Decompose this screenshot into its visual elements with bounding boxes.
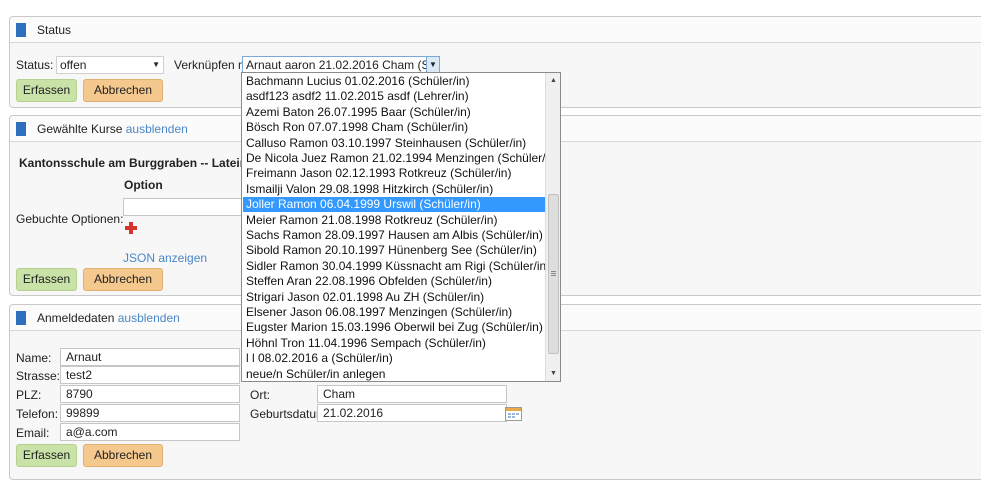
status-panel-header: Status — [10, 17, 981, 43]
courses-panel-title: Gewählte Kurse ausblenden — [37, 122, 188, 136]
name-field[interactable]: Arnaut — [60, 348, 240, 366]
section-marker — [16, 122, 26, 136]
status-label: Status: — [16, 58, 54, 72]
registration-hide-link[interactable]: ausblenden — [118, 311, 180, 325]
dropdown-option[interactable]: Azemi Baton 26.07.1995 Baar (Schüler/in) — [243, 105, 546, 120]
dropdown-option[interactable]: Sachs Ramon 28.09.1997 Hausen am Albis (… — [243, 228, 546, 243]
scroll-thumb[interactable] — [548, 194, 559, 354]
scroll-up-icon[interactable]: ▲ — [546, 73, 560, 88]
link-dropdown-list[interactable]: Bachmann Lucius 01.02.2016 (Schüler/in) a… — [241, 72, 561, 382]
dropdown-option[interactable]: neue/n Schüler/in anlegen — [243, 367, 546, 381]
section-marker — [16, 311, 26, 325]
dropdown-option[interactable]: Höhnl Tron 11.04.1996 Sempach (Schüler/i… — [243, 336, 546, 351]
dropdown-option[interactable]: Elsener Jason 06.08.1997 Menzingen (Schü… — [243, 305, 546, 320]
booked-options-label: Gebuchte Optionen: — [16, 212, 124, 226]
scroll-down-icon[interactable]: ▼ — [546, 366, 560, 381]
status-select-value: offen — [60, 58, 87, 72]
section-marker — [16, 23, 26, 37]
phone-field[interactable]: 99899 — [60, 404, 240, 422]
dropdown-option[interactable]: Ismailji Valon 29.08.1998 Hitzkirch (Sch… — [243, 182, 546, 197]
school-title: Kantonsschule am Burggraben -- Latein — [19, 156, 248, 170]
dropdown-option[interactable]: asdf123 asdf2 11.02.2015 asdf (Lehrer/in… — [243, 89, 546, 104]
registration-cancel-button[interactable]: Abbrechen — [83, 444, 163, 467]
calendar-icon[interactable] — [505, 406, 522, 421]
city-label: Ort: — [250, 388, 270, 402]
dropdown-option[interactable]: Sidler Ramon 30.04.1999 Küssnacht am Rig… — [243, 259, 546, 274]
add-icon[interactable] — [125, 222, 137, 234]
json-link[interactable]: JSON anzeigen — [123, 251, 207, 265]
street-label: Strasse: — [16, 369, 61, 383]
dropdown-option[interactable]: Eugster Marion 15.03.1996 Oberwil bei Zu… — [243, 320, 546, 335]
registration-save-button[interactable]: Erfassen — [16, 444, 77, 467]
courses-cancel-button[interactable]: Abbrechen — [83, 268, 163, 291]
name-label: Name: — [16, 351, 52, 365]
courses-hide-link[interactable]: ausblenden — [126, 122, 188, 136]
option-header: Option — [124, 178, 163, 192]
status-save-button[interactable]: Erfassen — [16, 79, 77, 102]
option-input[interactable] — [123, 198, 253, 216]
status-cancel-button[interactable]: Abbrechen — [83, 79, 163, 102]
zip-label: PLZ: — [16, 388, 42, 402]
city-field[interactable]: Cham — [317, 385, 507, 403]
dropdown-option[interactable]: Freimann Jason 02.12.1993 Rotkreuz (Schü… — [243, 166, 546, 181]
dropdown-option[interactable]: l l 08.02.2016 a (Schüler/in) — [243, 351, 546, 366]
email-field[interactable]: a@a.com — [60, 423, 240, 441]
dropdown-option[interactable]: Meier Ramon 21.08.1998 Rotkreuz (Schüler… — [243, 213, 546, 228]
dropdown-option[interactable]: Sibold Ramon 20.10.1997 Hünenberg See (S… — [243, 243, 546, 258]
courses-title-text: Gewählte Kurse — [37, 122, 123, 136]
dropdown-option[interactable]: Calluso Ramon 03.10.1997 Steinhausen (Sc… — [243, 136, 546, 151]
dropdown-option[interactable]: Strigari Jason 02.01.1998 Au ZH (Schüler… — [243, 290, 546, 305]
chevron-down-icon: ▼ — [152, 60, 160, 69]
dropdown-option[interactable]: Joller Ramon 06.04.1999 Urswil (Schüler/… — [243, 197, 546, 213]
birth-field[interactable]: 21.02.2016 — [317, 404, 507, 422]
dropdown-option[interactable]: Bachmann Lucius 01.02.2016 (Schüler/in) — [243, 74, 546, 89]
status-select[interactable]: offen ▼ — [56, 56, 164, 74]
dropdown-option[interactable]: Steffen Aran 22.08.1996 Obfelden (Schüle… — [243, 274, 546, 289]
chevron-down-icon[interactable]: ▼ — [426, 57, 439, 73]
link-select-value: Arnaut aaron 21.02.2016 Cham (S — [246, 58, 430, 72]
registration-title-text: Anmeldedaten — [37, 311, 115, 325]
status-panel-title: Status — [37, 23, 72, 37]
dropdown-option[interactable]: Bösch Ron 07.07.1998 Cham (Schüler/in) — [243, 120, 546, 135]
phone-label: Telefon: — [16, 407, 59, 421]
dropdown-option[interactable]: De Nicola Juez Ramon 21.02.1994 Menzinge… — [243, 151, 546, 166]
street-field[interactable]: test2 — [60, 366, 240, 384]
courses-save-button[interactable]: Erfassen — [16, 268, 77, 291]
zip-field[interactable]: 8790 — [60, 385, 240, 403]
dropdown-scrollbar[interactable]: ▲ ▼ — [545, 73, 560, 381]
email-label: Email: — [16, 426, 50, 440]
registration-panel-title: Anmeldedaten ausblenden — [37, 311, 180, 325]
